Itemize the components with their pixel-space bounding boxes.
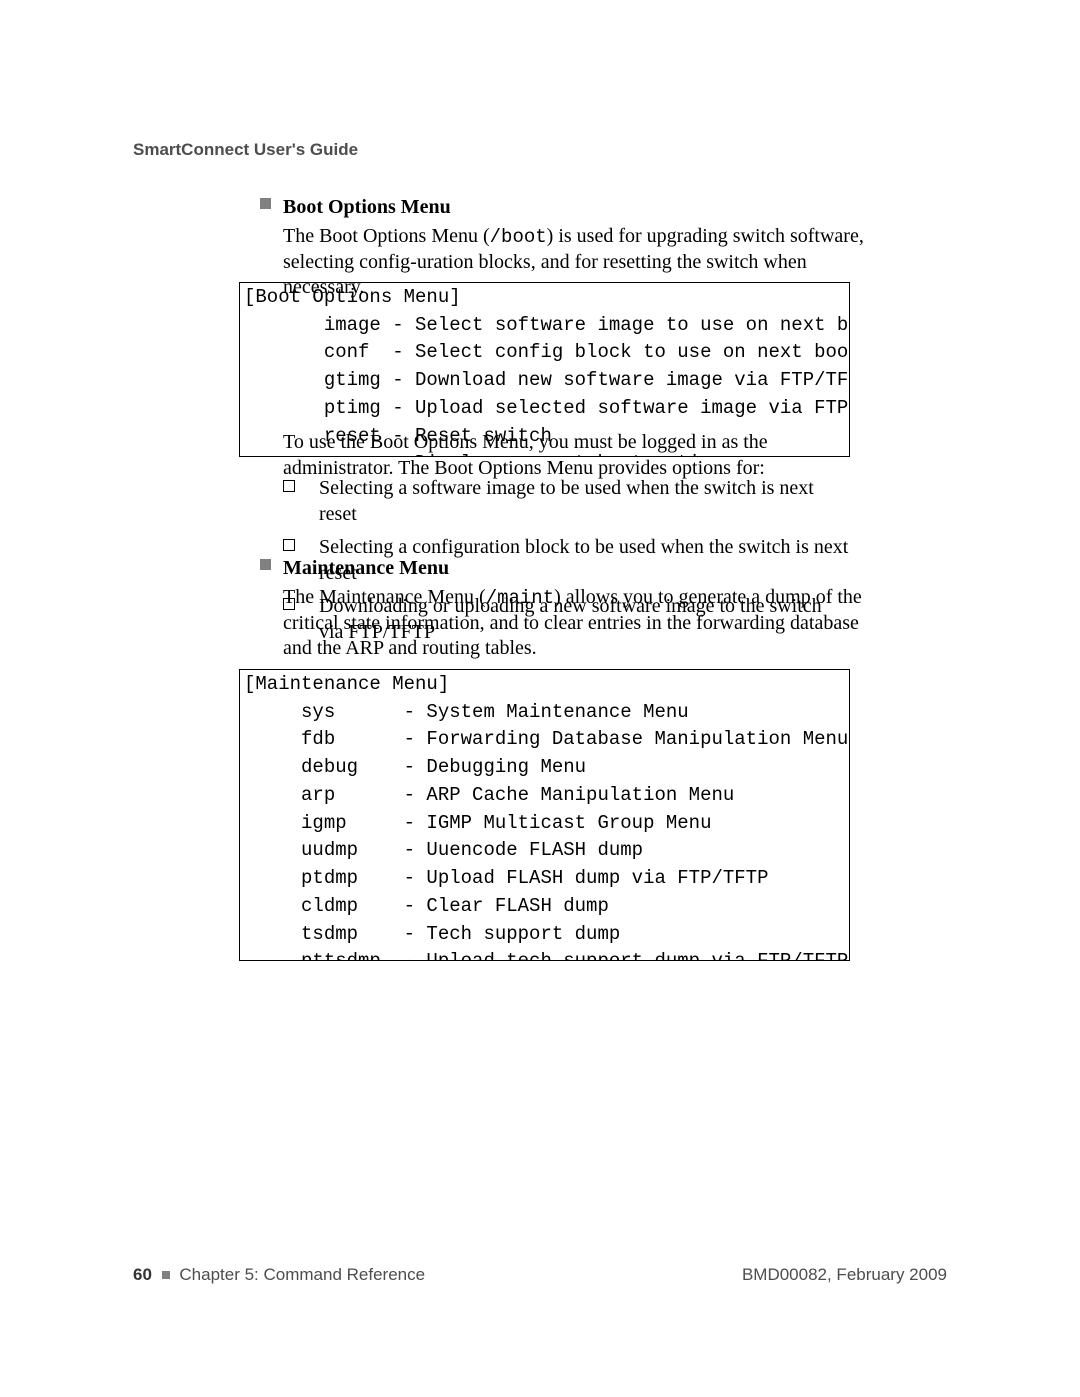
maint-paragraph-1: The Maintenance Menu (/maint) allows you… (283, 585, 873, 662)
section-title-boot: Boot Options Menu (283, 196, 873, 219)
doc-id: BMD00082, February 2009 (742, 1265, 947, 1284)
checkbox-icon (283, 480, 295, 492)
boot-paragraph-2: To use the Boot Options Menu, you must b… (283, 430, 873, 481)
square-bullet-icon (260, 559, 271, 570)
page-number: 60 (133, 1265, 152, 1284)
footer-right: BMD00082, February 2009 (742, 1265, 947, 1285)
running-head: SmartConnect User's Guide (133, 140, 358, 160)
square-bullet-icon (260, 198, 271, 209)
list-item: Selecting a software image to be used wh… (283, 475, 851, 527)
square-bullet-icon (162, 1271, 170, 1279)
page-footer: 60 Chapter 5: Command Reference BMD00082… (133, 1265, 947, 1285)
chapter-label: Chapter 5: Command Reference (179, 1265, 425, 1284)
footer-left: 60 Chapter 5: Command Reference (133, 1265, 425, 1285)
maint-codebox: [Maintenance Menu] sys - System Maintena… (239, 669, 850, 961)
section-title-maint: Maintenance Menu (283, 557, 873, 580)
section-title-maint-text: Maintenance Menu (283, 557, 449, 579)
checkbox-icon (283, 539, 295, 551)
section-title-boot-text: Boot Options Menu (283, 196, 451, 218)
boot-cmd-path: /boot (490, 226, 547, 248)
maint-cmd-path: /maint (486, 587, 554, 609)
